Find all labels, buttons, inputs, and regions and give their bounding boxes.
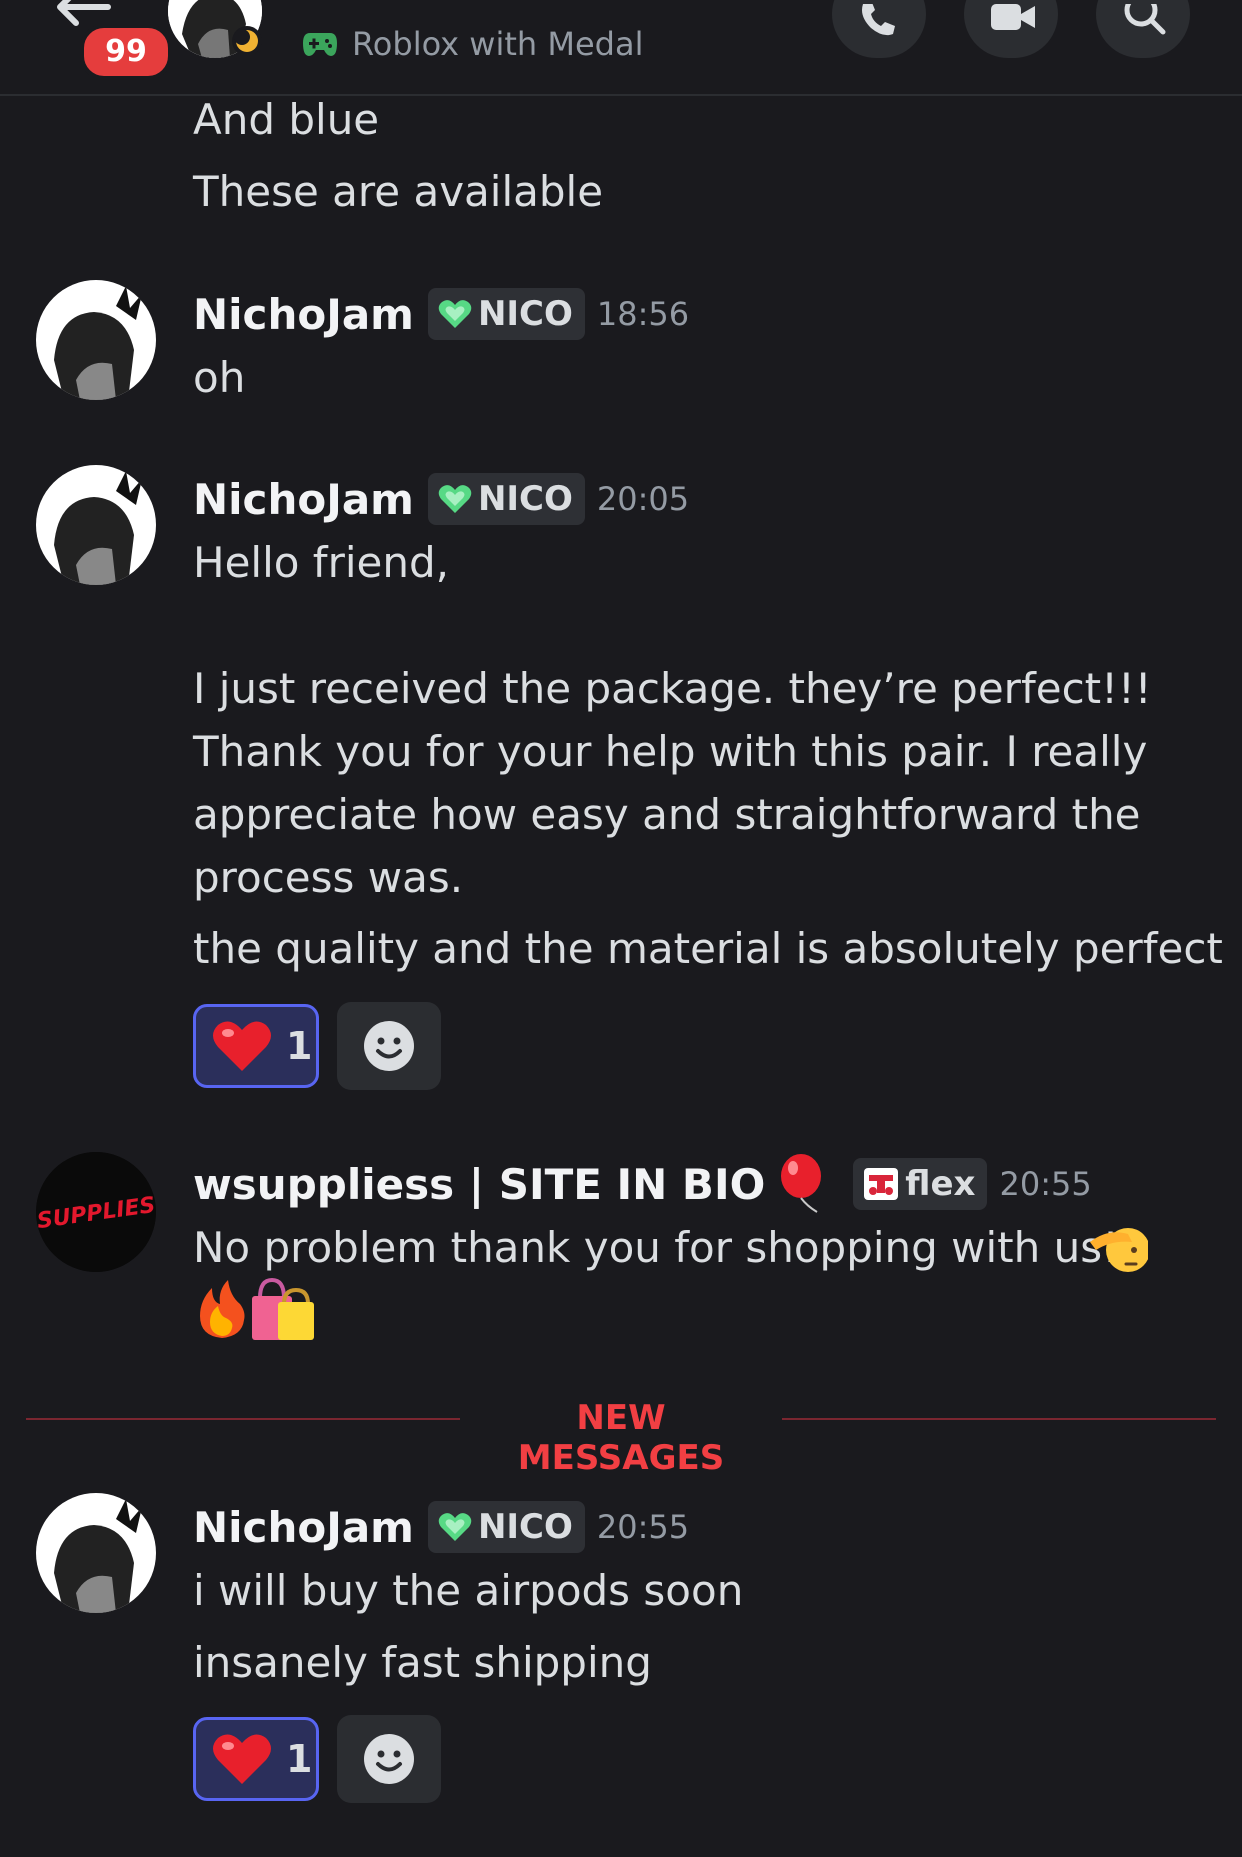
tag-label: NICO xyxy=(477,479,573,519)
gamepad-icon xyxy=(303,33,337,56)
message-line: I just received the package. they’re per… xyxy=(193,664,1152,713)
heart-emoji-icon xyxy=(213,1734,271,1784)
heart-reaction-button[interactable]: 1 xyxy=(193,1717,319,1801)
message-line: And blue xyxy=(193,95,380,144)
search-button[interactable] xyxy=(1096,0,1190,58)
user-avatar[interactable]: SUPPLIES xyxy=(36,1152,156,1272)
username[interactable]: NichoJam xyxy=(193,475,414,524)
reaction-count: 1 xyxy=(286,1024,313,1068)
new-messages-divider: NEW MESSAGES xyxy=(517,1398,725,1478)
username[interactable]: NichoJam xyxy=(193,1503,414,1552)
user-avatar[interactable] xyxy=(36,280,156,400)
tag-label: NICO xyxy=(477,294,573,334)
message-line: appreciate how easy and straightforward … xyxy=(193,790,1141,839)
smiley-icon xyxy=(364,1021,414,1071)
salute-emoji-icon xyxy=(1090,1228,1148,1272)
voice-call-button[interactable] xyxy=(832,0,926,58)
timestamp: 20:05 xyxy=(596,480,690,518)
message-header: NichoJam NICO 18:56 xyxy=(193,286,689,342)
message-line: insanely fast shipping xyxy=(193,1638,652,1687)
balloon-emoji-icon xyxy=(781,1154,822,1213)
activity-status: Roblox with Medal xyxy=(302,24,643,64)
divider-line-right xyxy=(782,1418,1216,1420)
flex-icon xyxy=(864,1168,899,1200)
smiley-icon xyxy=(364,1734,414,1784)
fire-emoji-icon xyxy=(200,1280,245,1338)
username[interactable]: wsuppliess | SITE IN BIO xyxy=(193,1160,765,1209)
idle-status-icon xyxy=(232,26,262,56)
user-tag[interactable]: flex xyxy=(853,1158,988,1210)
message-line: Thank you for your help with this pair. … xyxy=(193,727,1148,776)
channel-header: 99 Roblox with Medal xyxy=(0,0,1242,96)
user-tag[interactable]: NICO xyxy=(427,473,585,525)
message-line: No problem thank you for shopping with u… xyxy=(193,1223,1119,1272)
add-reaction-button[interactable] xyxy=(337,1715,441,1803)
username[interactable]: NichoJam xyxy=(193,290,414,339)
user-avatar[interactable] xyxy=(36,465,156,585)
message-line: process was. xyxy=(193,853,464,902)
heart-emoji-icon xyxy=(213,1021,271,1071)
phone-icon xyxy=(862,4,895,36)
green-heart-icon xyxy=(438,300,472,328)
green-heart-icon xyxy=(438,1513,472,1541)
heart-reaction-button[interactable]: 1 xyxy=(193,1004,319,1088)
message-header: NichoJam NICO 20:05 xyxy=(193,471,689,527)
timestamp: 20:55 xyxy=(999,1165,1092,1203)
message-line: Hello friend, xyxy=(193,538,449,587)
reaction-count: 1 xyxy=(286,1737,313,1781)
video-call-button[interactable] xyxy=(964,0,1058,58)
message-line: These are available xyxy=(193,167,604,216)
add-reaction-button[interactable] xyxy=(337,1002,441,1090)
timestamp: 18:56 xyxy=(596,295,690,333)
activity-text: Roblox with Medal xyxy=(352,25,644,63)
video-camera-icon xyxy=(991,4,1035,30)
divider-line-left xyxy=(26,1418,460,1420)
green-heart-icon xyxy=(438,485,472,513)
timestamp: 20:55 xyxy=(596,1508,690,1546)
message-header: NichoJam NICO 20:55 xyxy=(193,1499,689,1555)
user-tag[interactable]: NICO xyxy=(427,1501,585,1553)
search-icon xyxy=(1124,4,1166,35)
message-line: i will buy the airpods soon xyxy=(193,1566,744,1615)
message-line: oh xyxy=(193,353,246,402)
user-avatar[interactable] xyxy=(36,1493,156,1613)
unread-badge: 99 xyxy=(80,24,172,80)
message-line: the quality and the material is absolute… xyxy=(193,924,1223,973)
tag-label: NICO xyxy=(477,1507,573,1547)
message-header: wsuppliess | SITE IN BIO flex 20:55 xyxy=(193,1154,1092,1213)
tag-label: flex xyxy=(905,1164,976,1204)
shopping-bags-emoji-icon xyxy=(252,1278,314,1340)
user-tag[interactable]: NICO xyxy=(427,288,585,340)
